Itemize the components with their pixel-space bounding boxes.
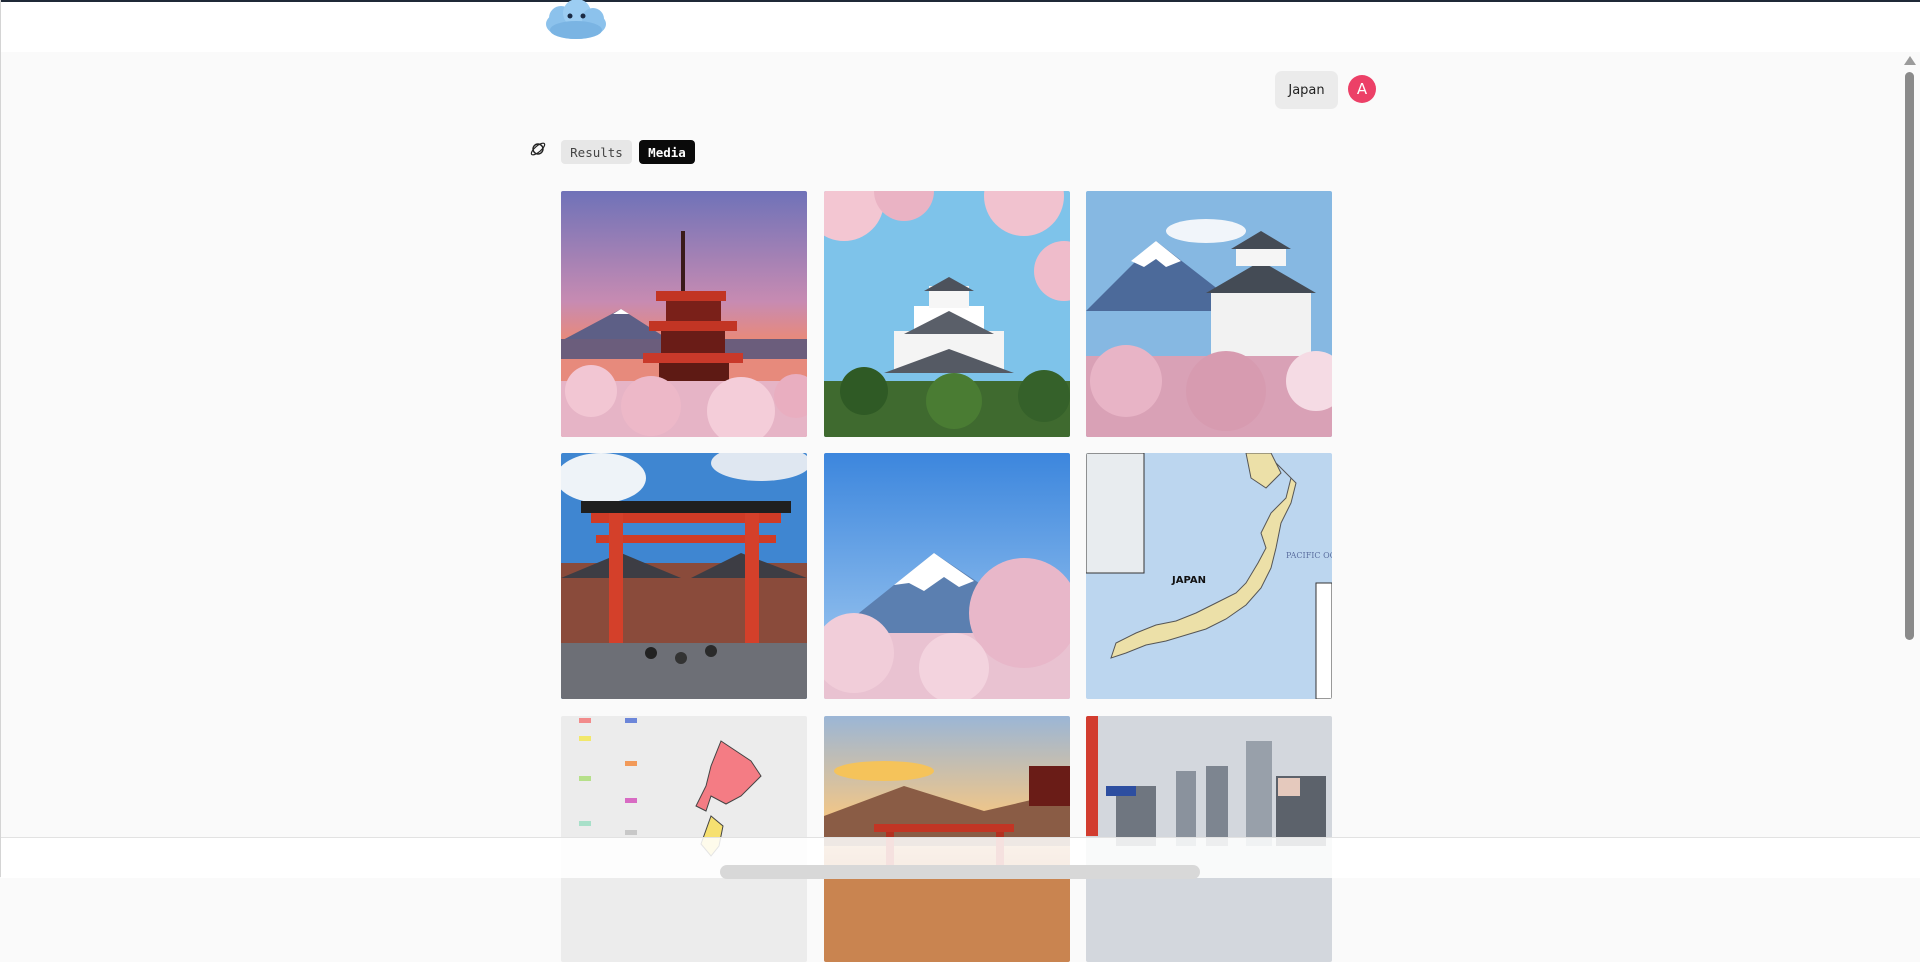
query-chip[interactable]: Japan xyxy=(1275,71,1338,109)
tab-media[interactable]: Media xyxy=(639,140,695,164)
map-country-label: JAPAN xyxy=(1171,575,1206,586)
map-ocean-label: PACIFIC OCEAN xyxy=(1286,551,1332,560)
scroll-up-arrow-icon[interactable] xyxy=(1904,56,1916,65)
media-image-torii-shrine[interactable] xyxy=(561,453,807,699)
user-avatar[interactable]: A xyxy=(1348,75,1376,103)
media-image-fuji-blossoms[interactable] xyxy=(824,453,1070,699)
cloud-face-logo[interactable] xyxy=(543,0,609,42)
scrollbar-thumb[interactable] xyxy=(1905,72,1914,640)
media-image-castle-fuji[interactable] xyxy=(1086,191,1332,437)
media-image-pagoda-fuji[interactable] xyxy=(561,191,807,437)
tab-results[interactable]: Results xyxy=(561,140,632,164)
media-image-japan-map[interactable]: JAPAN PACIFIC OCEAN xyxy=(1086,453,1332,699)
media-image-castle-cherry-blossoms[interactable] xyxy=(824,191,1070,437)
window-left-border xyxy=(0,0,1,877)
orbit-icon[interactable] xyxy=(529,140,547,158)
header-bar xyxy=(1,2,1920,52)
